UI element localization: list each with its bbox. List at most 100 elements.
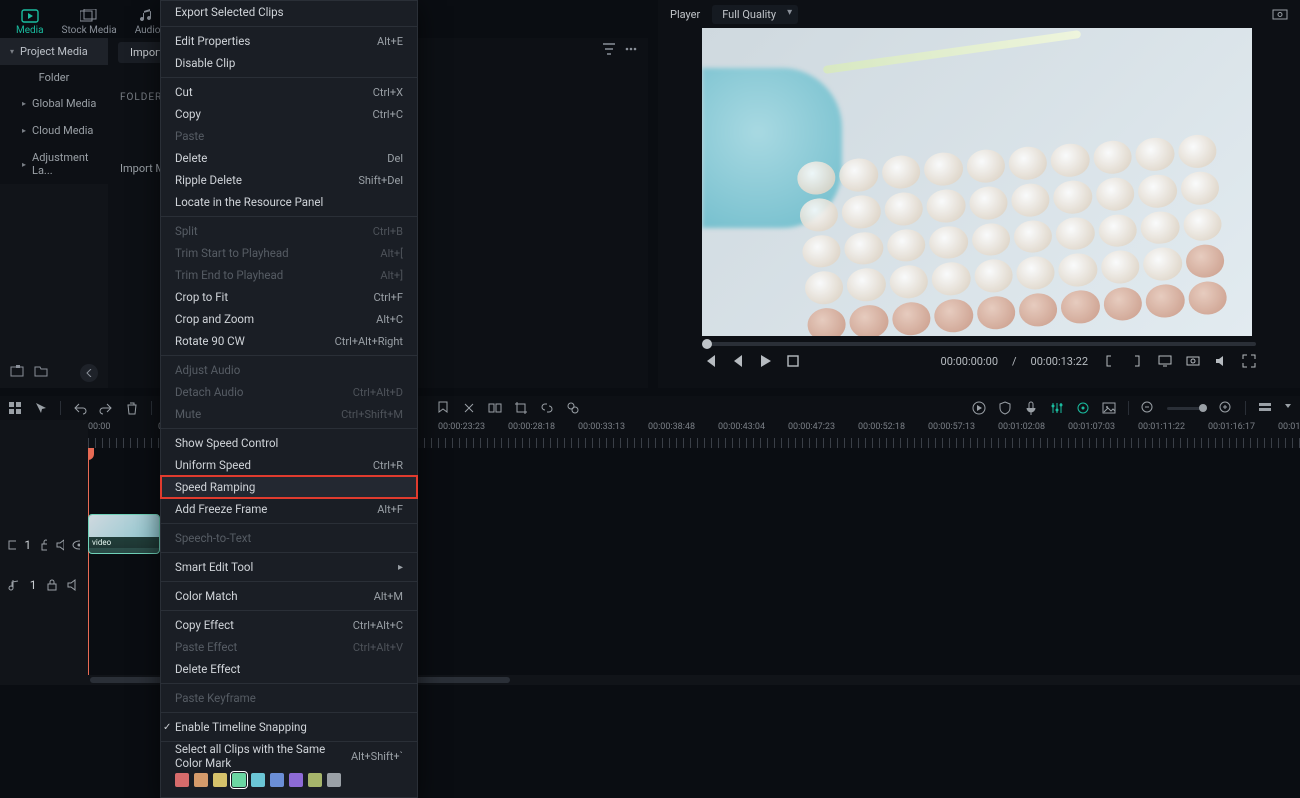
scrub-knob[interactable] [702, 339, 712, 349]
effects-icon[interactable] [566, 401, 580, 415]
fullscreen-icon[interactable] [1242, 354, 1256, 368]
audio-track-head[interactable]: 1 [0, 570, 88, 600]
play-button[interactable] [758, 354, 772, 368]
zoom-out-icon[interactable] [1141, 401, 1155, 415]
image-icon[interactable] [1102, 401, 1116, 415]
timeline-clip[interactable]: video [88, 514, 160, 554]
tab-media[interactable]: Media [16, 9, 44, 36]
ctx-paste: Paste [161, 125, 417, 147]
track-view-icon[interactable] [1258, 401, 1272, 415]
mixer-icon[interactable] [1050, 401, 1064, 415]
playhead[interactable] [88, 448, 89, 685]
ctx-item-label: Speed Ramping [175, 480, 255, 494]
ctx-uniform-speed[interactable]: Uniform SpeedCtrl+R [161, 454, 417, 476]
snapshot-icon[interactable] [1272, 8, 1288, 20]
color-swatch[interactable] [327, 773, 341, 787]
split-icon[interactable] [462, 401, 476, 415]
sidebar-item-project-media[interactable]: ▾ Project Media [0, 38, 108, 65]
marker-icon[interactable] [436, 401, 450, 415]
color-swatch[interactable] [308, 773, 322, 787]
ctx-item-shortcut: Ctrl+Alt+D [353, 386, 403, 399]
ctx-item-label: Disable Clip [175, 56, 235, 70]
play-prev-button[interactable] [730, 354, 744, 368]
stock-media-icon [80, 9, 98, 23]
filter-icon[interactable] [602, 42, 616, 56]
ctx-add-freeze-frame[interactable]: Add Freeze FrameAlt+F [161, 498, 417, 520]
color-swatch[interactable] [175, 773, 189, 787]
ctx-select-all-clips-with-the-same-color-mark[interactable]: Select all Clips with the Same Color Mar… [161, 745, 417, 767]
color-swatch[interactable] [194, 773, 208, 787]
more-icon[interactable] [624, 42, 638, 56]
player-scrub-track[interactable] [702, 342, 1256, 346]
ctx-copy-effect[interactable]: Copy EffectCtrl+Alt+C [161, 614, 417, 636]
quality-select[interactable]: Full Quality [712, 5, 798, 24]
sidebar-item-global-media[interactable]: ▸ Global Media [0, 90, 108, 117]
shield-icon[interactable] [998, 401, 1012, 415]
capture-icon[interactable] [1186, 354, 1200, 368]
eye-icon[interactable] [72, 538, 80, 552]
redo-icon[interactable] [99, 401, 113, 415]
ctx-locate-in-the-resource-panel[interactable]: Locate in the Resource Panel [161, 191, 417, 213]
color-swatch[interactable] [213, 773, 227, 787]
ctx-copy[interactable]: CopyCtrl+C [161, 103, 417, 125]
ctx-delete[interactable]: DeleteDel [161, 147, 417, 169]
mute-icon[interactable] [55, 538, 63, 552]
ctx-export-selected-clips[interactable]: Export Selected Clips [161, 1, 417, 23]
lock-icon[interactable] [45, 578, 59, 592]
tab-stock-media-label: Stock Media [62, 25, 117, 36]
display-icon[interactable] [1158, 354, 1172, 368]
volume-icon[interactable] [1214, 354, 1228, 368]
zoom-in-icon[interactable] [1219, 401, 1233, 415]
ctx-rotate-90-cw[interactable]: Rotate 90 CWCtrl+Alt+Right [161, 330, 417, 352]
delete-icon[interactable] [125, 401, 139, 415]
bracket-in-icon[interactable] [1102, 354, 1116, 368]
add-folder-icon[interactable] [10, 364, 24, 378]
tab-audio[interactable]: Audio [135, 9, 161, 36]
lock-icon[interactable] [39, 538, 47, 552]
ai-icon[interactable] [1076, 401, 1090, 415]
ctx-color-match[interactable]: Color MatchAlt+M [161, 585, 417, 607]
pointer-icon[interactable] [34, 401, 48, 415]
ctx-crop-and-zoom[interactable]: Crop and ZoomAlt+C [161, 308, 417, 330]
video-track-head[interactable]: 1 [0, 530, 88, 560]
sidebar-item-adjustment-layer[interactable]: ▸ Adjustment La... [0, 144, 108, 184]
ctx-item-label: Crop to Fit [175, 290, 228, 304]
audio-track-icon [8, 578, 22, 592]
collapse-sidebar-button[interactable] [80, 364, 98, 382]
track-menu-icon[interactable] [1284, 401, 1292, 415]
color-swatch[interactable] [270, 773, 284, 787]
undo-icon[interactable] [73, 401, 87, 415]
link-icon[interactable] [540, 401, 554, 415]
ctx-item-label: Crop and Zoom [175, 312, 254, 326]
ctx-crop-to-fit[interactable]: Crop to FitCtrl+F [161, 286, 417, 308]
sidebar-folder-heading[interactable]: Folder [0, 65, 108, 90]
ctx-cut[interactable]: CutCtrl+X [161, 81, 417, 103]
ctx-smart-edit-tool[interactable]: Smart Edit Tool▸ [161, 556, 417, 578]
ctx-edit-properties[interactable]: Edit PropertiesAlt+E [161, 30, 417, 52]
ctx-enable-timeline-snapping[interactable]: ✓Enable Timeline Snapping [161, 716, 417, 738]
ctx-speed-ramping[interactable]: Speed Ramping [161, 476, 417, 498]
color-swatch[interactable] [232, 773, 246, 787]
zoom-slider[interactable] [1167, 407, 1207, 410]
ctx-delete-effect[interactable]: Delete Effect [161, 658, 417, 680]
color-swatch[interactable] [251, 773, 265, 787]
grid-icon[interactable] [8, 401, 22, 415]
bracket-out-icon[interactable] [1130, 354, 1144, 368]
ctx-show-speed-control[interactable]: Show Speed Control [161, 432, 417, 454]
sidebar-item-cloud-media[interactable]: ▸ Cloud Media [0, 117, 108, 144]
render-icon[interactable] [972, 401, 986, 415]
ctx-disable-clip[interactable]: Disable Clip [161, 52, 417, 74]
mute-icon[interactable] [66, 578, 80, 592]
player-viewport[interactable] [702, 28, 1252, 336]
folder-icon[interactable] [34, 364, 48, 378]
stop-button[interactable] [786, 354, 800, 368]
ctx-ripple-delete[interactable]: Ripple DeleteShift+Del [161, 169, 417, 191]
color-swatch[interactable] [289, 773, 303, 787]
tab-stock-media[interactable]: Stock Media [62, 9, 117, 36]
zoom-knob[interactable] [1199, 404, 1207, 412]
crop-icon[interactable] [514, 401, 528, 415]
ctx-item-shortcut: Ctrl+Alt+V [353, 641, 403, 654]
prev-frame-button[interactable] [702, 354, 716, 368]
mic-icon[interactable] [1024, 401, 1038, 415]
group-icon[interactable] [488, 401, 502, 415]
